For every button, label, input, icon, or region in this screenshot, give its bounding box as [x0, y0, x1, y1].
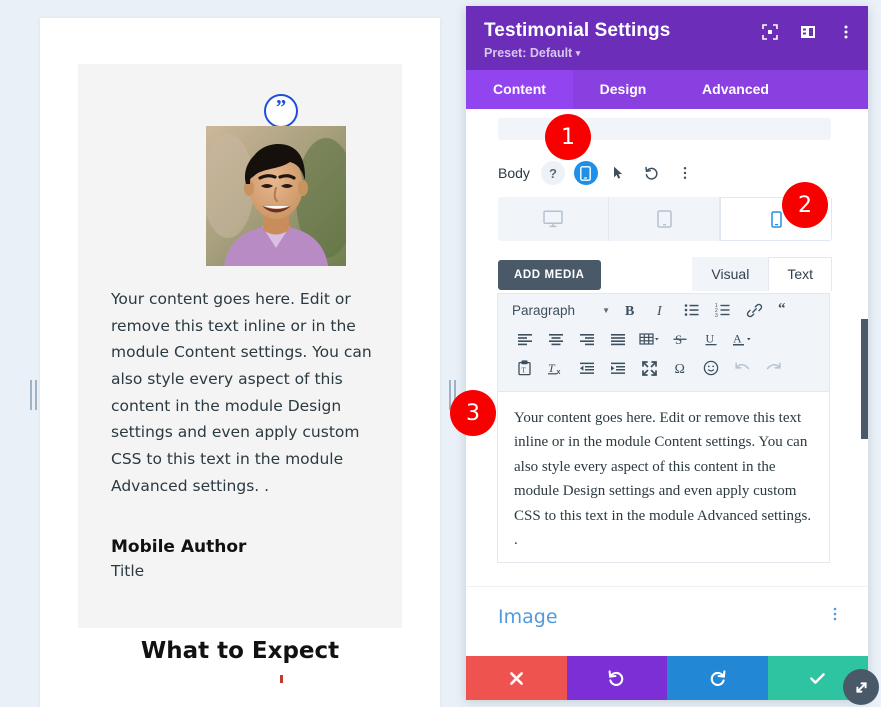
format-select[interactable]: Paragraph ▼: [510, 297, 614, 323]
svg-text:U: U: [706, 332, 715, 346]
image-section: Image: [466, 586, 868, 646]
chevron-down-icon: ▼: [602, 305, 610, 315]
preset-label: Preset: Default: [484, 46, 573, 60]
redo-icon[interactable]: [758, 355, 788, 381]
chevron-down-icon: ▾: [575, 48, 581, 58]
align-justify-icon[interactable]: [603, 326, 633, 352]
testimonial-body-text: Your content goes here. Edit or remove t…: [111, 290, 372, 495]
undo-icon[interactable]: [727, 355, 757, 381]
svg-text:“: “: [778, 302, 786, 317]
bullet-list-icon[interactable]: [677, 297, 707, 323]
bold-icon[interactable]: B: [615, 297, 645, 323]
add-media-button[interactable]: ADD MEDIA: [498, 260, 601, 290]
undo-button[interactable]: [566, 656, 667, 700]
align-left-icon[interactable]: [510, 326, 540, 352]
svg-text:T: T: [548, 361, 556, 375]
blockquote-icon[interactable]: “: [770, 297, 800, 323]
body-richtext-editor[interactable]: Your content goes here. Edit or remove t…: [497, 391, 830, 563]
svg-text:T: T: [522, 366, 527, 374]
callout-badge-2: 2: [782, 182, 828, 228]
body-field-label-row: Body ?: [498, 161, 697, 185]
panel-tabs: Content Design Advanced: [466, 70, 868, 109]
callout-badge-1: 1: [545, 114, 591, 160]
device-tab-tablet[interactable]: [609, 197, 720, 241]
panel-footer-actions: [466, 656, 868, 700]
panel-scrollbar[interactable]: [861, 109, 868, 656]
text-color-icon[interactable]: A: [727, 326, 757, 352]
editor-mode-tabs: Visual Text: [692, 257, 832, 291]
svg-text:I: I: [656, 304, 663, 318]
preview-page: ” Your content goes here. Edit or remove…: [40, 18, 440, 707]
underline-icon[interactable]: U: [696, 326, 726, 352]
toolbar-row-2: S U A: [498, 323, 829, 352]
page-preview-canvas: ” Your content goes here. Edit or remove…: [0, 0, 466, 707]
svg-text:3: 3: [715, 313, 718, 318]
strikethrough-icon[interactable]: S: [665, 326, 695, 352]
callout-badge-3: 3: [450, 390, 496, 436]
focus-target-icon[interactable]: [762, 24, 778, 40]
emoji-icon[interactable]: [696, 355, 726, 381]
image-section-more-icon[interactable]: [828, 606, 842, 627]
more-options-icon[interactable]: [673, 161, 697, 185]
redo-button[interactable]: [667, 656, 768, 700]
link-icon[interactable]: [739, 297, 769, 323]
table-icon[interactable]: [634, 326, 664, 352]
svg-text:B: B: [625, 304, 634, 318]
panel-resize-handle[interactable]: [843, 669, 879, 705]
image-section-label[interactable]: Image: [498, 606, 558, 628]
numbered-list-icon[interactable]: 1 2 3: [708, 297, 738, 323]
tab-content[interactable]: Content: [466, 70, 573, 109]
toolbar-row-1: Paragraph ▼ B I 1 2 3 “: [498, 294, 829, 323]
reset-undo-icon[interactable]: [640, 161, 664, 185]
avatar: [206, 126, 346, 266]
tab-visual[interactable]: Visual: [692, 257, 769, 291]
tab-text[interactable]: Text: [768, 257, 832, 291]
special-character-icon[interactable]: Ω: [665, 355, 695, 381]
testimonial-module-preview[interactable]: ” Your content goes here. Edit or remove…: [78, 64, 402, 628]
layout-panel-icon[interactable]: [800, 24, 816, 40]
indent-icon[interactable]: [603, 355, 633, 381]
app-screen: ” Your content goes here. Edit or remove…: [0, 0, 881, 707]
tab-design[interactable]: Design: [573, 70, 673, 109]
testimonial-author-title: Title: [111, 562, 145, 580]
clear-formatting-icon[interactable]: T x: [541, 355, 571, 381]
body-field-label: Body: [498, 165, 530, 181]
svg-text:x: x: [557, 369, 561, 376]
testimonial-author-name: Mobile Author: [111, 537, 247, 557]
hover-cursor-icon[interactable]: [607, 161, 631, 185]
fullscreen-icon[interactable]: [634, 355, 664, 381]
left-resize-handle[interactable]: [28, 378, 38, 412]
format-select-value: Paragraph: [512, 302, 576, 318]
section-heading: What to Expect: [140, 638, 340, 664]
svg-text:Ω: Ω: [675, 362, 685, 376]
panel-header-actions: [762, 24, 854, 40]
responsive-phone-icon[interactable]: [573, 161, 598, 185]
quote-mark-icon: ”: [264, 94, 298, 128]
tab-advanced[interactable]: Advanced: [673, 70, 798, 109]
svg-text:A: A: [733, 332, 742, 346]
paste-as-text-icon[interactable]: T: [510, 355, 540, 381]
panel-header: Testimonial Settings Preset: Default ▾: [466, 6, 868, 70]
align-right-icon[interactable]: [572, 326, 602, 352]
device-tab-desktop[interactable]: [498, 197, 609, 241]
preset-selector[interactable]: Preset: Default ▾: [484, 46, 850, 60]
help-icon[interactable]: ?: [540, 161, 565, 185]
outdent-icon[interactable]: [572, 355, 602, 381]
toolbar-row-3: T T x Ω: [498, 352, 829, 381]
panel-scrollbar-thumb[interactable]: [861, 319, 868, 439]
cancel-button[interactable]: [466, 656, 567, 700]
more-vertical-icon[interactable]: [838, 24, 854, 40]
align-center-icon[interactable]: [541, 326, 571, 352]
italic-icon[interactable]: I: [646, 297, 676, 323]
decorative-tick: [280, 675, 283, 683]
testimonial-settings-panel: Testimonial Settings Preset: Default ▾ C…: [466, 6, 868, 700]
